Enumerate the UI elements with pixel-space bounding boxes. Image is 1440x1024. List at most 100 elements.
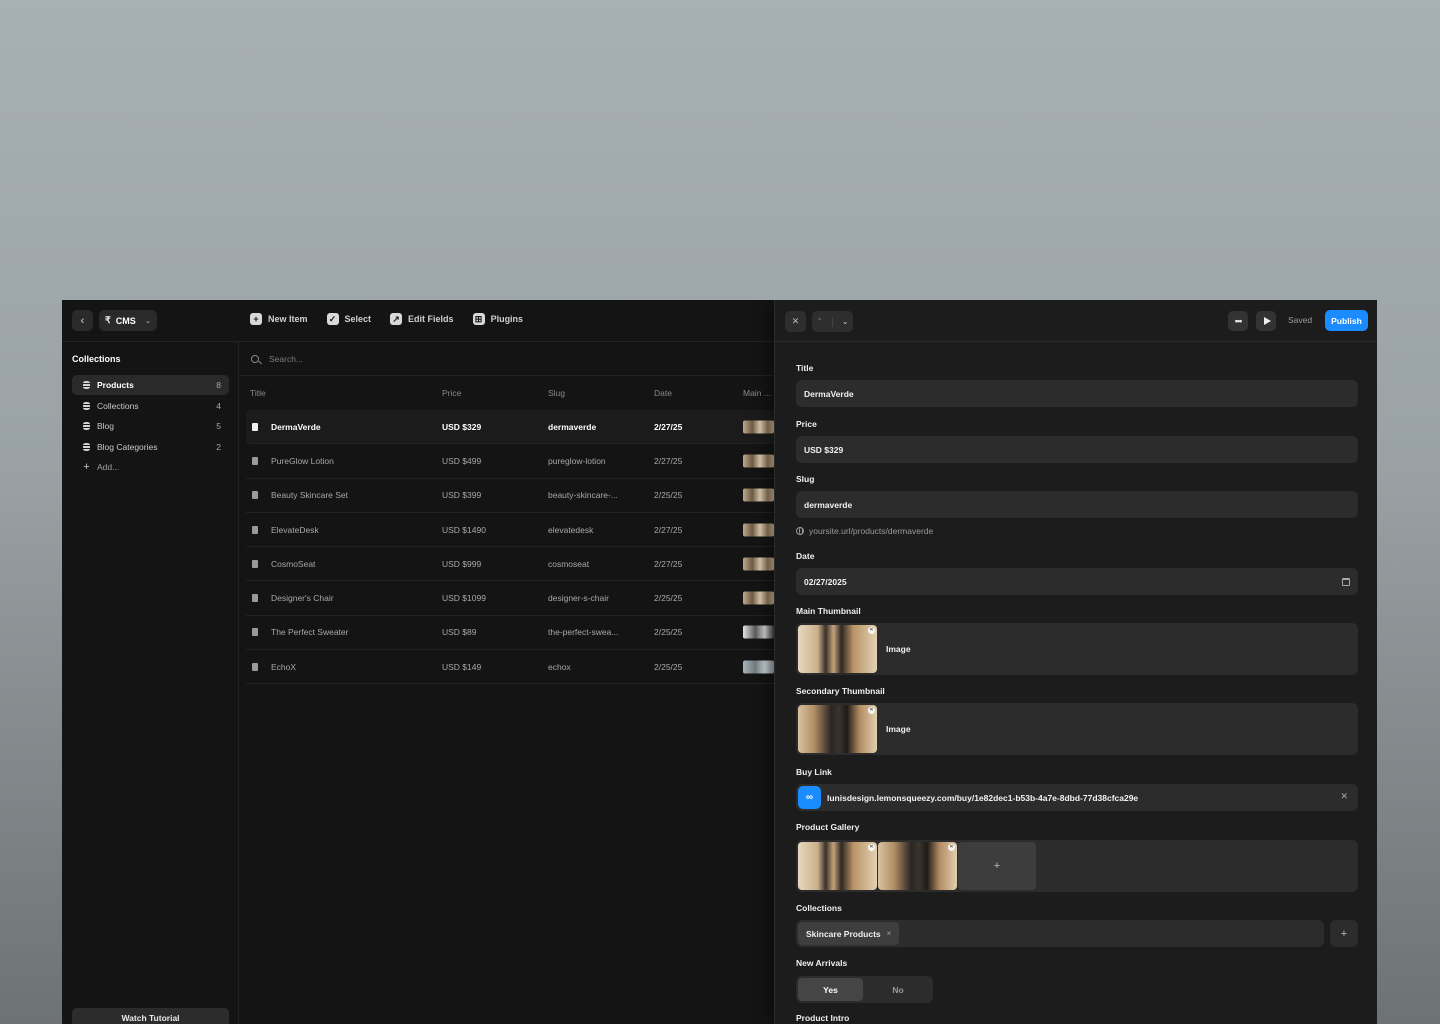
row-thumbnail: [743, 420, 774, 434]
gallery-image[interactable]: ✕: [878, 842, 957, 890]
price-field[interactable]: USD $329: [796, 436, 1358, 463]
row-title: CosmoSeat: [271, 558, 316, 569]
search-input[interactable]: Search...: [269, 354, 303, 364]
divider: [831, 316, 833, 327]
calendar-icon[interactable]: [1342, 577, 1350, 586]
slug-label: Slug: [796, 474, 815, 484]
row-thumbnail: [743, 488, 774, 502]
column-slug[interactable]: Slug: [548, 388, 565, 398]
link-icon: ∞: [798, 786, 821, 809]
slug-url: yoursite.url/products/dermaverde: [809, 526, 934, 536]
close-button[interactable]: ✕: [785, 311, 806, 332]
buy-link-field[interactable]: ∞ lunisdesign.lemonsqueezy.com/buy/1e82d…: [796, 784, 1358, 811]
editor-toolbar: ✕ ⌃ ⌄ ••• Saved Publish: [775, 300, 1377, 342]
document-icon: [252, 422, 258, 431]
chevron-down-icon[interactable]: ⌄: [842, 317, 849, 326]
save-status: Saved: [1288, 315, 1313, 325]
row-price: USD $399: [442, 490, 482, 501]
database-icon: [83, 422, 90, 431]
row-date: 2/27/25: [654, 455, 683, 466]
row-price: USD $329: [442, 421, 482, 432]
clear-icon[interactable]: ✕: [1340, 791, 1348, 802]
watch-tutorial-button[interactable]: Watch Tutorial: [72, 1008, 229, 1024]
row-date: 2/25/25: [654, 593, 683, 604]
table-row[interactable]: The Perfect Sweater USD $89 the-perfect-…: [246, 616, 774, 651]
column-main-thumbnail[interactable]: Main ...: [743, 388, 771, 398]
title-value: DermaVerde: [804, 388, 854, 399]
collections-field[interactable]: Skincare Products ×: [796, 920, 1324, 947]
sidebar-item-blog-categories[interactable]: Blog Categories 2: [72, 437, 229, 457]
main-thumbnail-image[interactable]: ✕: [798, 625, 877, 673]
chevron-up-icon[interactable]: ⌃: [816, 317, 823, 326]
row-title: ElevateDesk: [271, 524, 319, 535]
cms-switcher[interactable]: ₹ CMS ⌄: [99, 310, 157, 331]
collection-tag[interactable]: Skincare Products ×: [798, 922, 900, 945]
row-slug: echox: [548, 661, 571, 672]
remove-tag-icon[interactable]: ×: [887, 929, 892, 938]
table-row[interactable]: ElevateDesk USD $1490 elevatedesk 2/27/2…: [246, 513, 774, 548]
table-row[interactable]: PureGlow Lotion USD $499 pureglow-lotion…: [246, 444, 774, 479]
publish-button[interactable]: Publish: [1325, 310, 1368, 331]
document-icon: [252, 594, 258, 603]
add-collection-tag-button[interactable]: +: [1330, 920, 1358, 947]
column-date[interactable]: Date: [654, 388, 672, 398]
remove-icon[interactable]: ✕: [868, 707, 875, 714]
main-thumbnail-field[interactable]: ✕ Image: [796, 623, 1358, 675]
slug-field[interactable]: dermaverde: [796, 491, 1358, 518]
plus-icon: +: [993, 860, 1001, 872]
row-title: PureGlow Lotion: [271, 455, 334, 466]
preview-button[interactable]: [1256, 311, 1276, 331]
add-gallery-image-button[interactable]: +: [958, 842, 1036, 890]
row-thumbnail: [743, 523, 774, 537]
secondary-thumbnail-label: Secondary Thumbnail: [796, 686, 885, 696]
buy-link-label: Buy Link: [796, 767, 832, 777]
column-price[interactable]: Price: [442, 388, 461, 398]
play-icon: [1263, 317, 1271, 325]
table-row[interactable]: EchoX USD $149 echox 2/25/25: [246, 650, 774, 685]
remove-icon[interactable]: ✕: [868, 627, 875, 634]
new-item-button[interactable]: + New Item: [250, 313, 308, 325]
search-bar[interactable]: Search...: [240, 342, 774, 376]
sidebar-item-collections[interactable]: Collections 4: [72, 396, 229, 416]
sidebar-item-blog[interactable]: Blog 5: [72, 416, 229, 436]
back-button[interactable]: ‹: [72, 310, 93, 331]
table-row[interactable]: Designer's Chair USD $1099 designer-s-ch…: [246, 581, 774, 616]
column-title[interactable]: Title: [250, 388, 266, 398]
close-icon: ✕: [791, 316, 800, 326]
date-label: Date: [796, 551, 815, 561]
edit-fields-button[interactable]: ↗ Edit Fields: [390, 313, 454, 325]
chevron-down-icon: ⌄: [145, 317, 151, 325]
plugins-button[interactable]: ⊞ Plugins: [472, 313, 523, 325]
secondary-thumbnail-type: Image: [886, 724, 911, 734]
select-button[interactable]: ✓ Select: [326, 313, 371, 325]
sidebar-item-products[interactable]: Products 8: [72, 375, 229, 395]
remove-icon[interactable]: ✕: [948, 844, 955, 851]
table-row[interactable]: Beauty Skincare Set USD $399 beauty-skin…: [246, 479, 774, 513]
row-slug: designer-s-chair: [548, 593, 609, 604]
row-slug: cosmoseat: [548, 558, 590, 569]
row-price: USD $499: [442, 455, 482, 466]
more-options-button[interactable]: •••: [1228, 311, 1248, 331]
secondary-thumbnail-field[interactable]: ✕ Image: [796, 703, 1358, 755]
database-icon: [83, 442, 90, 451]
row-date: 2/25/25: [654, 661, 683, 672]
product-intro-label: Product Intro: [796, 1013, 850, 1023]
remove-icon[interactable]: ✕: [868, 844, 875, 851]
row-date: 2/27/25: [654, 524, 683, 535]
gallery-image[interactable]: ✕: [798, 842, 877, 890]
product-gallery-field: ✕ ✕ +: [796, 840, 1358, 892]
row-slug: dermaverde: [548, 421, 597, 432]
table-row[interactable]: DermaVerde USD $329 dermaverde 2/27/25: [246, 410, 774, 445]
table-row[interactable]: CosmoSeat USD $999 cosmoseat 2/27/25: [246, 547, 774, 582]
price-value: USD $329: [804, 444, 844, 455]
title-label: Title: [796, 363, 814, 373]
toggle-yes[interactable]: Yes: [798, 978, 863, 1001]
toggle-no[interactable]: No: [865, 978, 931, 1001]
row-price: USD $1099: [442, 593, 486, 604]
secondary-thumbnail-image[interactable]: ✕: [798, 705, 877, 753]
title-field[interactable]: DermaVerde: [796, 380, 1358, 407]
sidebar-item-count: 2: [216, 441, 221, 452]
add-collection-button[interactable]: + Add...: [72, 457, 229, 477]
date-field[interactable]: 02/27/2025: [796, 568, 1358, 595]
row-thumbnail: [743, 591, 774, 605]
